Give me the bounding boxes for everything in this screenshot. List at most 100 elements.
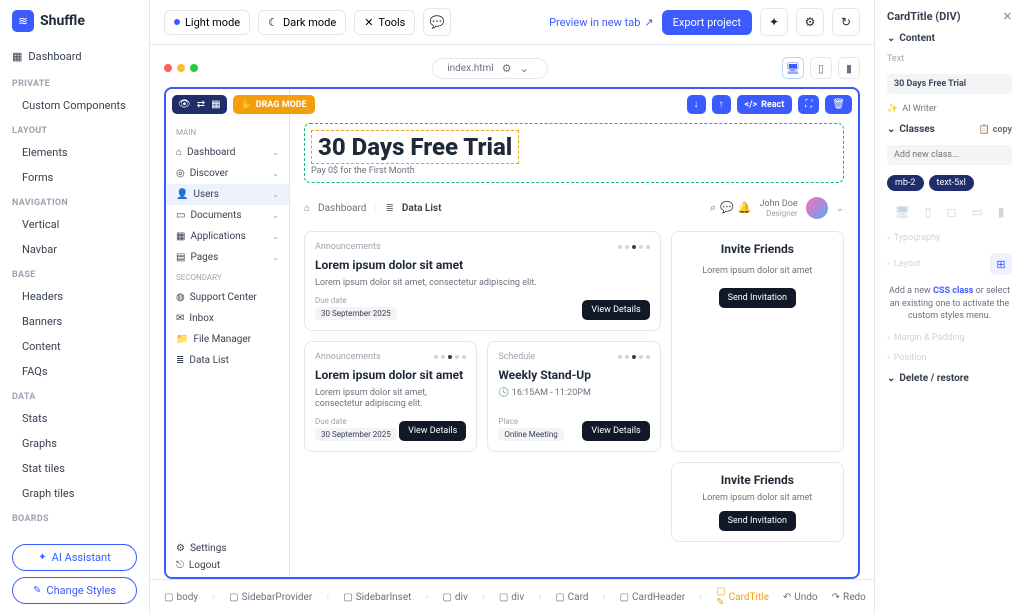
bc-div2[interactable]: ▢ div [499,592,524,603]
tablet-icon[interactable]: ▯ [925,205,932,219]
expand-button[interactable]: ⛶ [798,95,819,114]
class-pill[interactable]: text-5xl [929,175,974,191]
inner-documents[interactable]: ▭Documents⌄ [166,205,289,226]
close-icon[interactable]: ✕ [1003,10,1012,23]
inner-users[interactable]: 👤Users⌄ [166,184,289,205]
bc-body[interactable]: ▢ body [164,592,198,603]
shuffle-icon[interactable]: ⇄ [197,99,205,110]
section-margin[interactable]: ›Margin & Padding [887,333,1012,343]
selected-element[interactable]: 30 Days Free Trial [311,130,519,164]
layout-tool-icon[interactable]: ⊞ [990,253,1012,275]
class-pill[interactable]: mb-2 [887,175,924,191]
nav-stat-tiles[interactable]: Stat tiles [0,456,149,481]
large-icon[interactable]: ◻ [946,205,956,219]
sparkle-button[interactable]: ✦ [760,8,788,36]
card-invite-2[interactable]: Invite Friends Lorem ipsum dolor sit ame… [671,462,844,542]
move-down-button[interactable]: ↓ [687,95,706,114]
nav-headers[interactable]: Headers [0,284,149,309]
move-up-button[interactable]: ↑ [712,95,731,114]
delete-button[interactable]: 🗑 [825,95,852,114]
view-details-button[interactable]: View Details [582,300,649,320]
mobile-viewport[interactable]: ▮ [838,57,860,79]
copy-button[interactable]: 📋 copy [978,125,1012,135]
card-announcement-2[interactable]: Announcements Lorem ipsum dolor sit amet… [304,341,477,452]
nav-stats[interactable]: Stats [0,406,149,431]
dark-mode-button[interactable]: ☾Dark mode [258,10,346,35]
ai-assistant-button[interactable]: ✦AI Assistant [12,544,137,571]
section-classes[interactable]: ⌄Classes📋 copy [887,124,1012,135]
inner-data-list[interactable]: ≣Data List [166,350,289,371]
nav-forms[interactable]: Forms [0,165,149,190]
undo-button[interactable]: ↶ Undo [783,592,818,603]
text-value[interactable]: 30 Days Free Trial [887,74,1012,94]
chevron-down-icon[interactable]: ⌄ [836,203,844,214]
inner-logout[interactable]: ⎋Logout [176,560,279,571]
desktop-viewport[interactable]: 🖥 [782,57,804,79]
mobile-icon[interactable]: ▮ [998,205,1005,219]
nav-elements[interactable]: Elements [0,140,149,165]
inner-support[interactable]: ◍Support Center [166,287,289,308]
nav-graphs[interactable]: Graphs [0,431,149,456]
light-mode-button[interactable]: Light mode [164,10,250,35]
grid-icon[interactable]: ▦ [211,99,220,110]
export-button[interactable]: Export project [662,10,752,35]
section-layout[interactable]: ›Layout⊞ [887,253,1012,275]
section-position[interactable]: ›Position [887,353,1012,363]
inner-pages[interactable]: ▤Pages⌄ [166,247,289,268]
nav-graph-tiles[interactable]: Graph tiles [0,481,149,506]
preview-link[interactable]: Preview in new tab↗ [549,16,654,29]
send-invitation-button[interactable]: Send Invitation [719,511,796,531]
carousel-dots[interactable] [618,245,650,249]
tablet2-icon[interactable]: ▭ [971,205,982,219]
nav-custom-components[interactable]: Custom Components [0,93,149,118]
card-invite-1[interactable]: Invite Friends Lorem ipsum dolor sit ame… [671,231,844,452]
view-details-button[interactable]: View Details [399,421,466,441]
inner-discover[interactable]: ◎Discover⌄ [166,163,289,184]
section-content[interactable]: ⌄Content [887,33,1012,44]
card-schedule[interactable]: Schedule Weekly Stand-Up 🕓 16:15AM - 11:… [487,341,660,452]
view-details-button[interactable]: View Details [582,421,649,441]
redo-button[interactable]: ↷ Redo [832,592,866,603]
nav-vertical[interactable]: Vertical [0,212,149,237]
nav-faqs[interactable]: FAQs [0,359,149,384]
desktop-icon[interactable]: 🖥 [895,205,910,219]
inner-file-manager[interactable]: 📁File Manager [166,329,289,350]
inner-dashboard[interactable]: ⌂Dashboard⌄ [166,142,289,163]
ai-writer-button[interactable]: ✨AI Writer [887,104,1012,114]
bc-cardtitle[interactable]: ▢ ✎ CardTitle [716,586,769,608]
chat-button[interactable]: 💬 [423,8,451,36]
nav-banners[interactable]: Banners [0,309,149,334]
change-styles-button[interactable]: ✎Change Styles [12,577,137,604]
canvas[interactable]: 👁⇄▦ ✋DRAG MODE ↓ ↑ </>React ⛶ 🗑 MAIN ⌂Da… [164,87,860,579]
nav-navbar[interactable]: Navbar [0,237,149,262]
avatar[interactable] [806,197,828,219]
carousel-dots[interactable] [434,355,466,359]
gear-button[interactable]: ⚙ [796,8,824,36]
search-icon[interactable]: ⌕ [710,201,716,215]
file-tab[interactable]: index.html⚙⌄ [432,58,548,79]
inner-inbox[interactable]: ✉Inbox [166,308,289,329]
chat-icon[interactable]: 💬 [720,201,734,215]
crumb-home[interactable]: Dashboard [318,203,366,214]
send-invitation-button[interactable]: Send Invitation [719,288,796,308]
bc-sidebarinset[interactable]: ▢ SidebarInset [343,592,411,603]
react-badge[interactable]: </>React [737,95,793,114]
card-announcement-1[interactable]: Announcements Lorem ipsum dolor sit amet… [304,231,661,331]
add-class-input[interactable] [887,145,1012,165]
bell-icon[interactable]: 🔔 [738,201,752,215]
drag-mode-badge[interactable]: ✋DRAG MODE [233,95,315,114]
nav-dashboard[interactable]: ▦ Dashboard [0,42,149,71]
nav-content[interactable]: Content [0,334,149,359]
bc-cardheader[interactable]: ▢ CardHeader [620,592,686,603]
section-typography[interactable]: ›Typography [887,233,1012,243]
section-delete[interactable]: ⌄Delete / restore [887,373,1012,384]
tools-button[interactable]: ✕Tools [354,10,415,35]
bc-card[interactable]: ▢ Card [555,592,588,603]
bc-div1[interactable]: ▢ div [442,592,467,603]
inner-settings[interactable]: ⚙Settings [176,543,279,554]
history-button[interactable]: ↻ [832,8,860,36]
bc-sidebarprovider[interactable]: ▢ SidebarProvider [229,592,312,603]
eye-icon[interactable]: 👁 [178,99,191,110]
carousel-dots[interactable] [618,355,650,359]
hero-section[interactable]: 30 Days Free Trial Pay 0$ for the First … [304,123,844,183]
